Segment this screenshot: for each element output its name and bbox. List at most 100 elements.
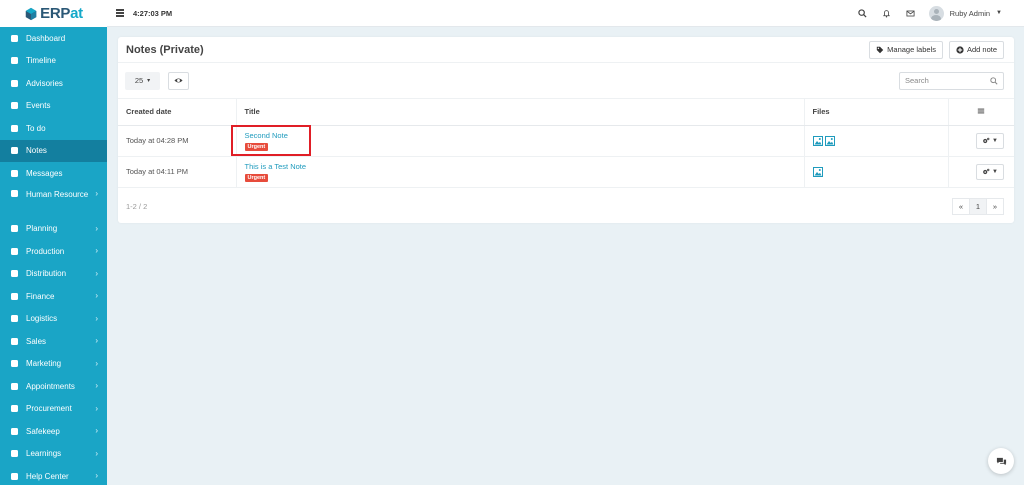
page-size-select[interactable]: 25 ▾ [125,71,160,90]
flask-icon [10,247,19,256]
logo[interactable]: ERPat [0,0,107,27]
row-options-button[interactable]: ▼ [976,132,1004,149]
sidebar-item-label: Distribution [26,269,67,279]
sidebar-item-messages[interactable]: Messages [0,162,107,185]
sidebar-item-label: Appointments [26,381,75,391]
sidebar-item-help-center[interactable]: Help Center › [0,465,107,485]
column-created-date[interactable]: Created date [118,99,237,126]
note-icon [10,146,19,155]
cogs-icon [983,137,990,143]
sidebar-item-label: Notes [26,146,47,156]
sidebar-item-production[interactable]: Production › [0,240,107,263]
table-header-row: Created date Title Files [118,99,1014,126]
timeline-icon [10,56,19,65]
caret-down-icon: ▼ [992,137,998,144]
sidebar-item-human-resource[interactable]: Human Resource › [0,185,107,218]
sidebar-item-label: Learnings [26,449,62,459]
plus-circle-icon [956,45,964,54]
sidebar-item-safekeep[interactable]: Safekeep › [0,420,107,443]
prev-page-button[interactable]: « [952,198,970,215]
sidebar-item-learnings[interactable]: Learnings › [0,443,107,466]
sidebar-item-logistics[interactable]: Logistics › [0,308,107,331]
options-cell: ▼ [948,156,1014,188]
note-title-link[interactable]: Second Note [245,131,804,141]
column-files[interactable]: Files [804,99,949,126]
search-input[interactable] [905,76,990,85]
sidebar-item-marketing[interactable]: Marketing › [0,353,107,376]
sidebar-item-label: Events [26,101,51,111]
sidebar-item-timeline[interactable]: Timeline [0,50,107,73]
envelope-icon[interactable] [899,0,923,27]
note-title-link[interactable]: This is a Test Note [245,162,804,172]
sidebar-item-events[interactable]: Events [0,95,107,118]
sidebar-item-label: Dashboard [26,33,66,43]
sidebar-item-label: Procurement [26,404,72,414]
chevron-right-icon: › [95,471,98,481]
caret-down-icon: ▾ [147,78,151,84]
chevron-right-icon: › [95,448,98,458]
sidebar-item-label: Human Resource [26,189,89,199]
bell-icon[interactable] [875,0,899,27]
search-box[interactable] [899,71,1004,90]
truck-icon [10,314,19,323]
image-file-icon[interactable] [824,135,835,146]
chevron-right-icon: › [95,336,98,346]
sidebar-item-label: Sales [26,336,47,346]
image-file-icon[interactable] [812,166,823,177]
topbar-actions: Ruby Admin ▼ [851,0,1024,26]
briefcase-icon [10,224,19,233]
sidebar-item-label: Help Center [26,471,69,481]
search-icon [990,76,998,85]
image-file-icon[interactable] [812,135,823,146]
page-1-button[interactable]: 1 [969,198,987,215]
manage-labels-button[interactable]: Manage labels [869,40,943,59]
highlight-box [231,125,311,156]
column-options[interactable] [948,99,1014,126]
sidebar-item-label: Planning [26,224,58,234]
chat-button[interactable] [988,448,1014,474]
chevron-right-icon: › [95,291,98,301]
next-page-button[interactable]: » [986,198,1004,215]
options-cell: ▼ [948,125,1014,157]
sidebar-item-label: Marketing [26,359,62,369]
column-visibility-button[interactable] [168,71,189,90]
manage-labels-label: Manage labels [887,45,936,54]
page-title: Notes (Private) [126,43,204,56]
title-cell: Second Note Urgent [236,125,805,157]
chart-line-icon [10,359,19,368]
column-title[interactable]: Title [236,99,805,126]
sidebar-item-to-do[interactable]: To do [0,117,107,140]
page-size-value: 25 [134,76,144,85]
sidebar-item-notes[interactable]: Notes [0,139,107,162]
sidebar-item-label: Messages [26,168,63,178]
clock: 4:27:03 PM [133,8,173,18]
chevron-right-icon: › [95,313,98,323]
sidebar-item-label: Timeline [26,56,56,66]
graduation-cap-icon [10,449,19,458]
row-options-button[interactable]: ▼ [976,163,1004,180]
sidebar-item-advisories[interactable]: Advisories [0,72,107,95]
table-footer: 1-2 / 2 « 1 » [118,188,1014,226]
sidebar-item-planning[interactable]: Planning › [0,218,107,241]
sidebar-item-distribution[interactable]: Distribution › [0,263,107,286]
logo-text: ERPat [40,5,83,22]
bank-icon [10,269,19,278]
record-count: 1-2 / 2 [126,202,148,211]
cogs-icon [983,168,990,174]
user-menu[interactable]: Ruby Admin ▼ [923,5,1024,21]
help-icon [10,472,19,481]
sidebar-item-finance[interactable]: Finance › [0,285,107,308]
topbar: 4:27:03 PM Ruby Admin ▼ [107,0,1024,27]
search-icon[interactable] [851,0,875,27]
chevron-right-icon: › [95,223,98,233]
add-note-button[interactable]: Add note [948,40,1004,59]
sidebar-item-sales[interactable]: Sales › [0,330,107,353]
archive-icon [10,427,19,436]
user-name: Ruby Admin [949,8,991,18]
menu-toggle-icon[interactable] [116,9,124,17]
money-icon [10,292,19,301]
sidebar-item-appointments[interactable]: Appointments › [0,375,107,398]
sidebar-item-dashboard[interactable]: Dashboard [0,27,107,50]
sidebar-item-label: Production [26,246,65,256]
sidebar-item-procurement[interactable]: Procurement › [0,398,107,421]
